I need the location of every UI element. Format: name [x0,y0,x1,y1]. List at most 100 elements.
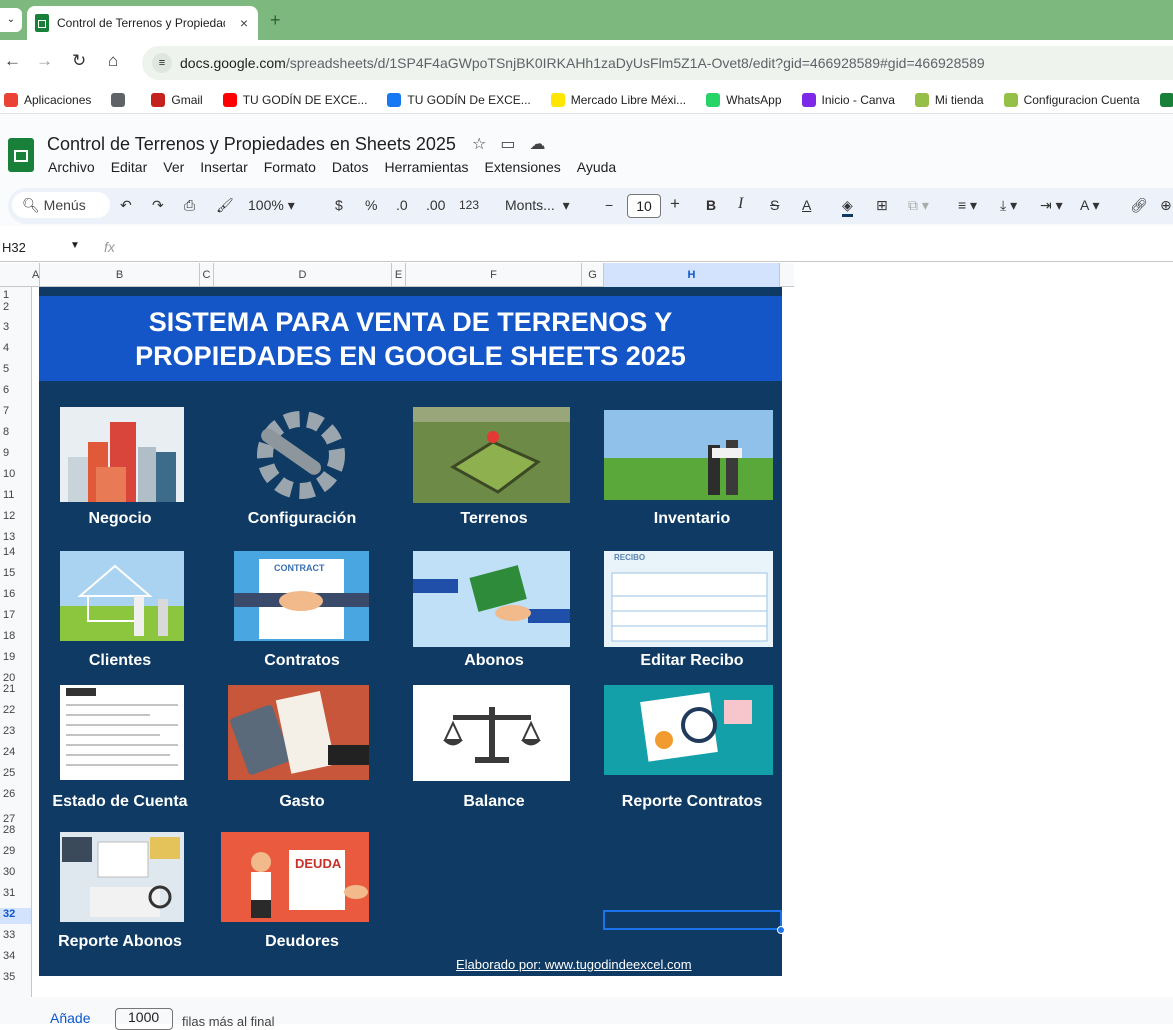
contratos-image[interactable]: CONTRACT [234,551,369,641]
clientes-image[interactable] [60,551,184,641]
row-header[interactable]: 2 [0,301,31,317]
row-header[interactable]: 25 [0,767,31,783]
row-header[interactable]: 30 [0,866,31,882]
fill-color-icon[interactable]: ◈ [842,197,853,217]
column-header[interactable]: B [40,263,200,287]
card-label[interactable]: Reporte Abonos [30,933,210,951]
row-header[interactable]: 5 [0,363,31,379]
menu-item[interactable]: Archivo [48,159,95,175]
tab-close-icon[interactable]: × [240,15,248,31]
row-header[interactable]: 4 [0,342,31,358]
abonos-image[interactable] [413,551,570,647]
card-label[interactable]: Abonos [404,652,584,670]
row-header[interactable]: 8 [0,426,31,442]
menu-item[interactable]: Insertar [200,159,247,175]
font-size-input[interactable]: 10 [627,194,661,218]
card-label[interactable]: Reporte Contratos [602,793,782,811]
reload-icon[interactable]: ↻ [72,51,86,71]
column-header[interactable]: F [406,263,582,287]
row-header[interactable]: 11 [0,489,31,505]
row-header[interactable]: 14 [0,546,31,562]
undo-icon[interactable]: ↶ [120,197,132,214]
row-header[interactable]: 31 [0,887,31,903]
negocio-image[interactable] [60,407,184,502]
row-header[interactable]: 3 [0,321,31,337]
column-header[interactable]: E [392,263,406,287]
row-header[interactable]: 22 [0,704,31,720]
card-label[interactable]: Terrenos [404,510,584,528]
row-header[interactable]: 32 [0,908,31,924]
insert-comment-icon[interactable]: ⊕ [1160,197,1172,214]
row-header[interactable]: 17 [0,609,31,625]
new-tab-icon[interactable]: + [270,10,281,31]
browser-tab[interactable]: Control de Terrenos y Propiedad × [27,6,258,40]
balance-image[interactable] [413,685,570,781]
name-box-chevron-icon[interactable]: ▼ [70,240,80,251]
card-label[interactable]: Estado de Cuenta [30,793,210,811]
row-header[interactable]: 23 [0,725,31,741]
bookmark-item[interactable]: Inicio - Canva [801,92,895,107]
row-header[interactable]: 34 [0,950,31,966]
card-label[interactable]: Deudores [212,933,392,951]
align-vertical-icon[interactable]: ⤓ ▾ [1000,197,1017,214]
url-field[interactable]: ≡ docs.google.com /spreadsheets/d/1SP4F4… [142,46,1173,80]
increase-decimal-button[interactable]: .00 [426,197,445,213]
card-label[interactable]: Gasto [212,793,392,811]
menu-item[interactable]: Formato [264,159,316,175]
tab-search-chevron-icon[interactable]: ⌄ [0,8,22,32]
row-header[interactable]: 6 [0,384,31,400]
bookmark-item[interactable]: Mi tienda [914,92,984,107]
card-label[interactable]: Contratos [212,652,392,670]
back-icon[interactable]: ← [4,51,21,71]
currency-format-button[interactable]: $ [335,197,343,213]
row-header[interactable]: 33 [0,929,31,945]
strikethrough-button[interactable]: S [770,197,779,213]
row-header[interactable]: 12 [0,510,31,526]
cloud-saved-icon[interactable]: ☁ [529,136,559,153]
bookmark-item[interactable]: TU GODÍN DE EXCE... [222,92,367,107]
estado-cuenta-image[interactable] [60,685,184,780]
forward-icon[interactable]: → [36,51,53,71]
menu-item[interactable]: Datos [332,159,369,175]
credit-link[interactable]: Elaborado por: www.tugodindeexcel.com [456,957,692,972]
font-select[interactable]: Monts... ▾ [505,197,570,214]
column-header[interactable]: D [214,263,392,287]
card-label[interactable]: Editar Recibo [602,652,782,670]
card-label[interactable]: Inventario [602,510,782,528]
star-icon[interactable]: ☆ [472,136,500,153]
text-wrap-icon[interactable]: ⇥ ▾ [1040,197,1063,214]
row-header[interactable]: 29 [0,845,31,861]
more-formats-button[interactable]: 123 [459,198,479,212]
row-header[interactable]: 35 [0,971,31,987]
gasto-image[interactable] [228,685,369,780]
menu-item[interactable]: Ayuda [577,159,616,175]
card-label[interactable]: Balance [404,793,584,811]
row-header[interactable]: 9 [0,447,31,463]
row-header[interactable]: 13 [0,531,31,547]
editar-recibo-image[interactable]: RECIBO [604,551,773,647]
row-header[interactable]: 24 [0,746,31,762]
insert-link-icon[interactable]: 🔗︎ [1130,197,1148,214]
move-folder-icon[interactable]: ▭ [500,136,529,153]
row-header[interactable]: 7 [0,405,31,421]
bookmark-item[interactable] [111,92,131,107]
italic-button[interactable]: I [738,195,743,213]
document-title[interactable]: Control de Terrenos y Propiedades en She… [47,134,456,155]
font-size-decrease-button[interactable]: − [605,197,613,213]
sheets-logo-icon[interactable] [8,138,34,172]
terrenos-image[interactable] [413,407,570,503]
row-header[interactable]: 26 [0,788,31,804]
reporte-contratos-image[interactable] [604,685,773,775]
menu-item[interactable]: Ver [163,159,184,175]
bookmark-item[interactable]: Mercado Libre Méxi... [550,92,686,107]
font-size-increase-button[interactable]: + [670,194,680,214]
menu-item[interactable]: Herramientas [384,159,468,175]
column-header[interactable]: A [32,263,40,287]
site-info-icon[interactable]: ≡ [152,53,172,73]
bookmark-item[interactable]: Aplicaciones [4,92,91,107]
home-icon[interactable]: ⌂ [108,51,118,71]
column-header[interactable]: H [604,263,780,287]
configuracion-image[interactable] [236,407,367,502]
card-label[interactable]: Negocio [30,510,210,528]
row-header[interactable]: 18 [0,630,31,646]
